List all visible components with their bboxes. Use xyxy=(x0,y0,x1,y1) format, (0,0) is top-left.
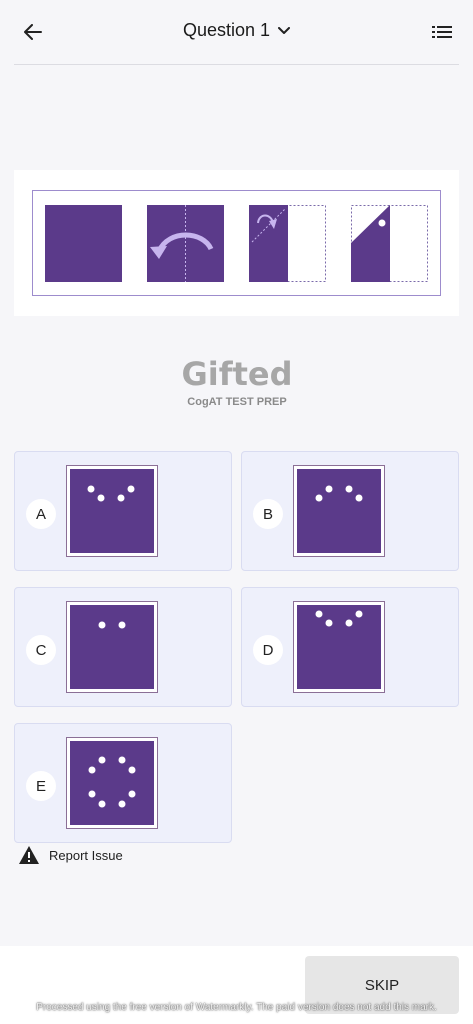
question-panel xyxy=(14,170,459,316)
option-letter-badge: C xyxy=(26,635,56,665)
warning-icon xyxy=(19,846,39,864)
option-e-image xyxy=(66,737,158,829)
step-folded-half xyxy=(249,205,326,282)
option-c-image xyxy=(66,601,158,693)
option-a-image xyxy=(66,465,158,557)
list-icon xyxy=(432,26,452,38)
option-letter-badge: B xyxy=(253,499,283,529)
option-d-image xyxy=(293,601,385,693)
svg-text:CogAT TEST PREP: CogAT TEST PREP xyxy=(187,396,286,408)
option-e[interactable]: E xyxy=(14,723,232,843)
header-divider xyxy=(14,64,459,65)
bottom-bar: SKIP Processed using the free version of… xyxy=(0,946,473,1024)
svg-text:Gifted: Gifted xyxy=(181,355,292,393)
option-letter-badge: D xyxy=(253,635,283,665)
top-app-bar: Question 1 xyxy=(0,0,473,64)
question-figure xyxy=(32,190,441,296)
option-d[interactable]: D xyxy=(241,587,459,707)
option-a[interactable]: A xyxy=(14,451,232,571)
option-letter-badge: E xyxy=(26,771,56,801)
report-issue-label: Report Issue xyxy=(49,847,123,863)
step-punched-hole xyxy=(351,205,428,282)
page-title: Question 1 xyxy=(182,20,271,40)
option-c[interactable]: C xyxy=(14,587,232,707)
option-letter-badge: A xyxy=(26,499,56,529)
option-b[interactable]: B xyxy=(241,451,459,571)
step-fold-instruction xyxy=(147,205,224,282)
option-b-image xyxy=(293,465,385,557)
watermark-text: Processed using the free version of Wate… xyxy=(36,1002,437,1013)
chevron-down-icon xyxy=(278,26,291,34)
question-selector[interactable]: Question 1 xyxy=(0,20,473,41)
step-unfolded-paper xyxy=(45,205,122,282)
gifted-logo: Gifted CogAT TEST PREP xyxy=(178,351,296,411)
question-list-button[interactable] xyxy=(429,20,455,44)
report-issue-link[interactable]: Report Issue xyxy=(18,845,123,865)
